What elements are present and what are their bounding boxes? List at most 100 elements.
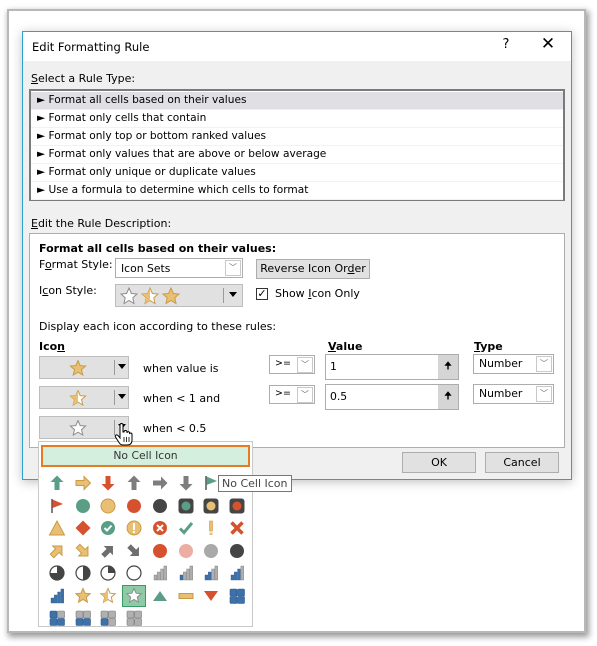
- dropdown-arrow-icon: [118, 394, 126, 399]
- traffic-light-red-icon[interactable]: [225, 495, 249, 517]
- arrow-downright-gray-icon[interactable]: [122, 540, 146, 562]
- boxes-3-icon[interactable]: [45, 607, 69, 629]
- help-button[interactable]: ?: [498, 37, 514, 52]
- triangle-yellow-icon[interactable]: [45, 517, 69, 539]
- star-half-icon: [69, 390, 87, 406]
- rule-type-item[interactable]: ► Format only top or bottom ranked value…: [31, 128, 563, 146]
- arrow-upright-gray-icon[interactable]: [96, 540, 120, 562]
- close-button[interactable]: ✕: [538, 34, 558, 54]
- description-heading: Format all cells based on their values:: [39, 242, 277, 255]
- icon-picker-popup: No Cell Icon: [38, 441, 253, 627]
- rule-type-item[interactable]: ► Use a formula to determine which cells…: [31, 182, 563, 200]
- arrow-down-red-icon[interactable]: [96, 472, 120, 494]
- circle-yellow-icon[interactable]: [96, 495, 120, 517]
- show-icon-only-checkbox[interactable]: ✓: [256, 288, 268, 300]
- arrow-upright-yellow-icon[interactable]: [45, 540, 69, 562]
- traffic-light-green-icon[interactable]: [174, 495, 198, 517]
- rule-type-label: Select a Rule Type:: [31, 72, 136, 85]
- rule-type-item[interactable]: ► Format only unique or duplicate values: [31, 164, 563, 182]
- circle-red-2-icon[interactable]: [148, 540, 172, 562]
- x-circle-red-icon[interactable]: [148, 517, 172, 539]
- dialog-title: Edit Formatting Rule: [32, 40, 150, 54]
- tooltip: No Cell Icon: [218, 475, 292, 492]
- exclaim-circle-yellow-icon[interactable]: [122, 517, 146, 539]
- format-style-label: Format Style:: [39, 258, 113, 271]
- rule-1-value-input[interactable]: 1 🠉: [325, 354, 459, 380]
- boxes-0-icon[interactable]: [122, 607, 146, 629]
- type-column-header: Type: [474, 340, 503, 353]
- exclaim-yellow-icon[interactable]: [199, 517, 223, 539]
- circle-red-icon[interactable]: [122, 495, 146, 517]
- three-stars-icon: [120, 287, 181, 305]
- rule-description-label: Edit the Rule Description:: [31, 217, 172, 230]
- star-empty-icon: [69, 420, 87, 436]
- triangle-down-red-icon[interactable]: [199, 585, 223, 607]
- circle-gray-icon[interactable]: [199, 540, 223, 562]
- traffic-light-yellow-icon[interactable]: [199, 495, 223, 517]
- circle-black-2-icon[interactable]: [225, 540, 249, 562]
- bars-3-icon[interactable]: [199, 562, 223, 584]
- star-full-icon[interactable]: [71, 585, 95, 607]
- rule-2-icon-select[interactable]: [39, 386, 129, 409]
- collapse-dialog-icon[interactable]: 🠉: [438, 355, 458, 379]
- no-cell-icon-option[interactable]: No Cell Icon: [41, 445, 250, 467]
- chevron-down-icon: ﹀: [225, 260, 241, 276]
- arrow-up-green-icon[interactable]: [45, 472, 69, 494]
- bars-4-icon[interactable]: [225, 562, 249, 584]
- arrow-right-yellow-icon[interactable]: [71, 472, 95, 494]
- rule-1-type-select[interactable]: Number ﹀: [473, 354, 554, 374]
- rule-type-item[interactable]: ► Format all cells based on their values: [31, 92, 563, 110]
- rule-type-item[interactable]: ► Format only values that are above or b…: [31, 146, 563, 164]
- circle-pink-icon[interactable]: [174, 540, 198, 562]
- check-green-icon[interactable]: [174, 517, 198, 539]
- collapse-dialog-icon[interactable]: 🠉: [438, 385, 458, 409]
- quarter-2-icon[interactable]: [71, 562, 95, 584]
- show-icon-only-label: Show Icon Only: [275, 287, 360, 300]
- star-empty-icon[interactable]: [122, 584, 147, 607]
- icon-style-select[interactable]: [115, 284, 243, 307]
- quarter-3-icon[interactable]: [45, 562, 69, 584]
- circle-black-icon[interactable]: [148, 495, 172, 517]
- arrow-downright-yellow-icon[interactable]: [71, 540, 95, 562]
- rule-2-condition: when < 1 and: [143, 392, 221, 405]
- rule-1-icon-select[interactable]: [39, 356, 129, 379]
- boxes-1-icon[interactable]: [96, 607, 120, 629]
- reverse-icon-order-button[interactable]: Reverse Icon Order: [256, 259, 370, 279]
- rule-2-type-select[interactable]: Number ﹀: [473, 384, 554, 404]
- bars-2-icon[interactable]: [174, 562, 198, 584]
- quarter-0-icon[interactable]: [122, 562, 146, 584]
- rule-3-condition: when < 0.5: [143, 422, 207, 435]
- circle-green-icon[interactable]: [71, 495, 95, 517]
- triangle-up-green-icon[interactable]: [148, 585, 172, 607]
- dropdown-arrow-icon: [229, 292, 237, 297]
- rule-1-operator-select[interactable]: >= ﹀: [269, 355, 315, 374]
- rule-type-item[interactable]: ► Format only cells that contain: [31, 110, 563, 128]
- format-style-select[interactable]: Icon Sets ﹀: [115, 258, 243, 278]
- star-half-icon[interactable]: [96, 585, 120, 607]
- rule-type-list[interactable]: ► Format all cells based on their values…: [29, 89, 565, 201]
- title-bar: Edit Formatting Rule ? ✕: [23, 32, 571, 61]
- boxes-4-icon[interactable]: [225, 585, 249, 607]
- arrow-down-gray-icon[interactable]: [174, 472, 198, 494]
- diamond-red-icon[interactable]: [71, 517, 95, 539]
- flag-red-icon[interactable]: [45, 495, 69, 517]
- dropdown-arrow-icon: [118, 364, 126, 369]
- bars-5-icon[interactable]: [45, 585, 69, 607]
- x-red-icon[interactable]: [225, 517, 249, 539]
- star-full-icon: [69, 360, 87, 376]
- rule-2-value-input[interactable]: 0.5 🠉: [325, 384, 459, 410]
- arrow-up-gray-icon[interactable]: [122, 472, 146, 494]
- check-circle-green-icon[interactable]: [96, 517, 120, 539]
- dash-yellow-icon[interactable]: [174, 585, 198, 607]
- chevron-down-icon: ﹀: [297, 357, 313, 373]
- boxes-2-icon[interactable]: [71, 607, 95, 629]
- rules-intro: Display each icon according to these rul…: [39, 320, 277, 333]
- arrow-right-gray-icon[interactable]: [148, 472, 172, 494]
- value-column-header: Value: [328, 340, 363, 353]
- cancel-button[interactable]: Cancel: [485, 452, 559, 473]
- rule-2-operator-select[interactable]: >= ﹀: [269, 385, 315, 404]
- chevron-down-icon: ﹀: [536, 386, 552, 402]
- bars-1-icon[interactable]: [148, 562, 172, 584]
- ok-button[interactable]: OK: [402, 452, 476, 473]
- quarter-1-icon[interactable]: [96, 562, 120, 584]
